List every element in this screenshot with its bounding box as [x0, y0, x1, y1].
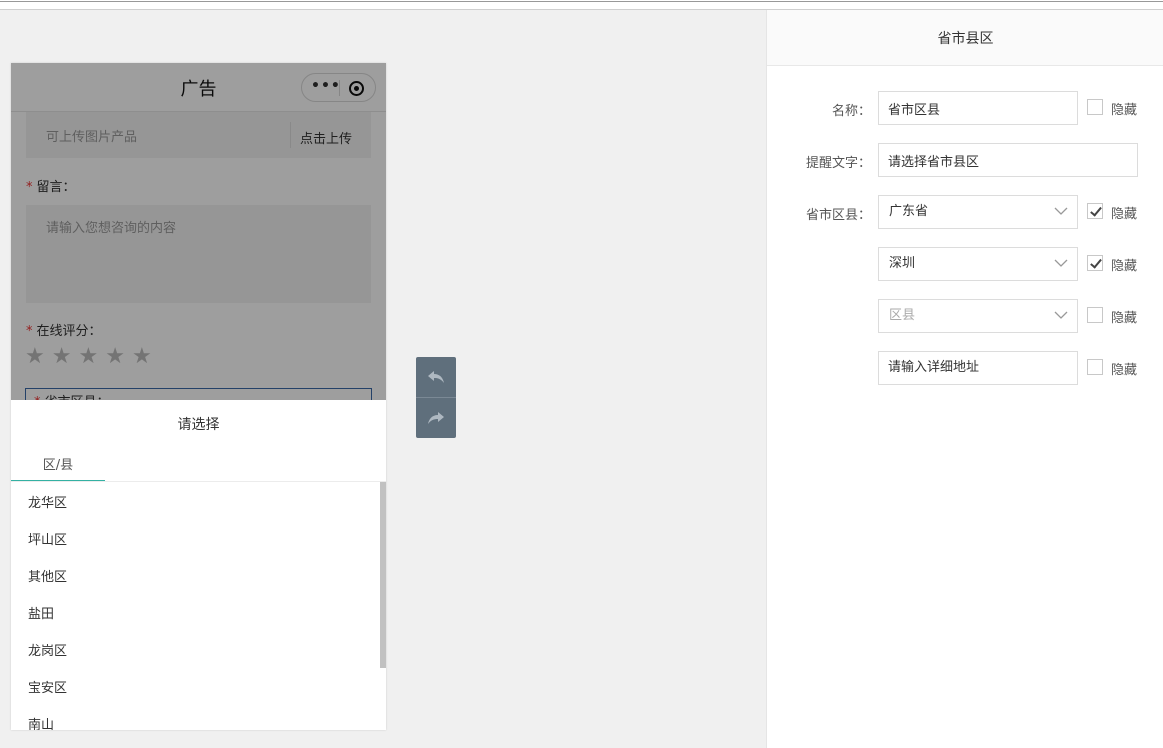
- hide-label: 隐藏: [1111, 103, 1138, 118]
- hide-label: 隐藏: [1111, 363, 1138, 378]
- district-select[interactable]: 区县: [878, 299, 1078, 333]
- city-value: 深圳: [889, 256, 916, 271]
- hide-label: 隐藏: [1111, 259, 1138, 274]
- hint-label: 提醒文字：: [805, 156, 871, 171]
- hide-label: 隐藏: [1111, 207, 1138, 222]
- list-item[interactable]: 其他区: [28, 566, 67, 585]
- settings-panel: 省市县区 名称： 隐藏 提醒文字： 省市区县： 广东省 隐藏 深圳 隐藏 区县 …: [766, 10, 1163, 748]
- phone-preview: 广告 ••• 可上传图片产品 点击上传 * 留言： 请输入您想咨询的内容 * 在线评…: [11, 63, 386, 730]
- name-input[interactable]: [878, 91, 1078, 125]
- panel-header: 省市县区: [767, 10, 1163, 66]
- hide-label: 隐藏: [1111, 311, 1138, 326]
- panel-title: 省市县区: [937, 31, 994, 47]
- modal-mask[interactable]: [11, 63, 386, 400]
- name-label: 名称：: [831, 104, 871, 119]
- chevron-down-icon: [1054, 259, 1068, 267]
- chevron-down-icon: [1054, 207, 1068, 215]
- address-placeholder: 请输入详细地址: [888, 360, 980, 375]
- province-select[interactable]: 广东省: [878, 195, 1078, 229]
- hint-input[interactable]: [878, 143, 1138, 177]
- list-item[interactable]: 宝安区: [28, 677, 67, 696]
- browser-top-bar: [0, 0, 1163, 10]
- redo-button[interactable]: [416, 398, 456, 438]
- province-hide-checkbox[interactable]: [1087, 203, 1103, 219]
- list-item[interactable]: 龙华区: [28, 492, 67, 511]
- address-input[interactable]: 请输入详细地址: [878, 351, 1078, 385]
- address-hide-checkbox[interactable]: [1087, 359, 1103, 375]
- city-hide-checkbox[interactable]: [1087, 255, 1103, 271]
- tab-district[interactable]: 区/县: [11, 450, 105, 482]
- list-scrollbar[interactable]: [380, 482, 386, 668]
- undo-icon: [428, 371, 444, 383]
- district-hide-checkbox[interactable]: [1087, 307, 1103, 323]
- province-value: 广东省: [889, 204, 929, 219]
- chevron-down-icon: [1054, 311, 1068, 319]
- district-placeholder: 区县: [889, 308, 916, 323]
- list-item[interactable]: 盐田: [28, 603, 54, 622]
- list-item[interactable]: 龙岗区: [28, 640, 67, 659]
- option-list: 龙华区 坪山区 其他区 盐田 龙岗区 宝安区 南山: [11, 482, 386, 730]
- list-item[interactable]: 南山: [28, 714, 54, 730]
- city-select[interactable]: 深圳: [878, 247, 1078, 281]
- list-item[interactable]: 坪山区: [28, 529, 67, 548]
- redo-icon: [428, 412, 444, 424]
- history-toolbar: [416, 357, 456, 438]
- region-label: 省市区县：: [805, 208, 871, 223]
- picker-title: 请选择: [177, 417, 220, 433]
- region-picker-sheet: 请选择 区/县 龙华区 坪山区 其他区 盐田 龙岗区 宝安区 南山: [11, 400, 386, 730]
- name-hide-checkbox[interactable]: [1087, 99, 1103, 115]
- undo-button[interactable]: [416, 357, 456, 397]
